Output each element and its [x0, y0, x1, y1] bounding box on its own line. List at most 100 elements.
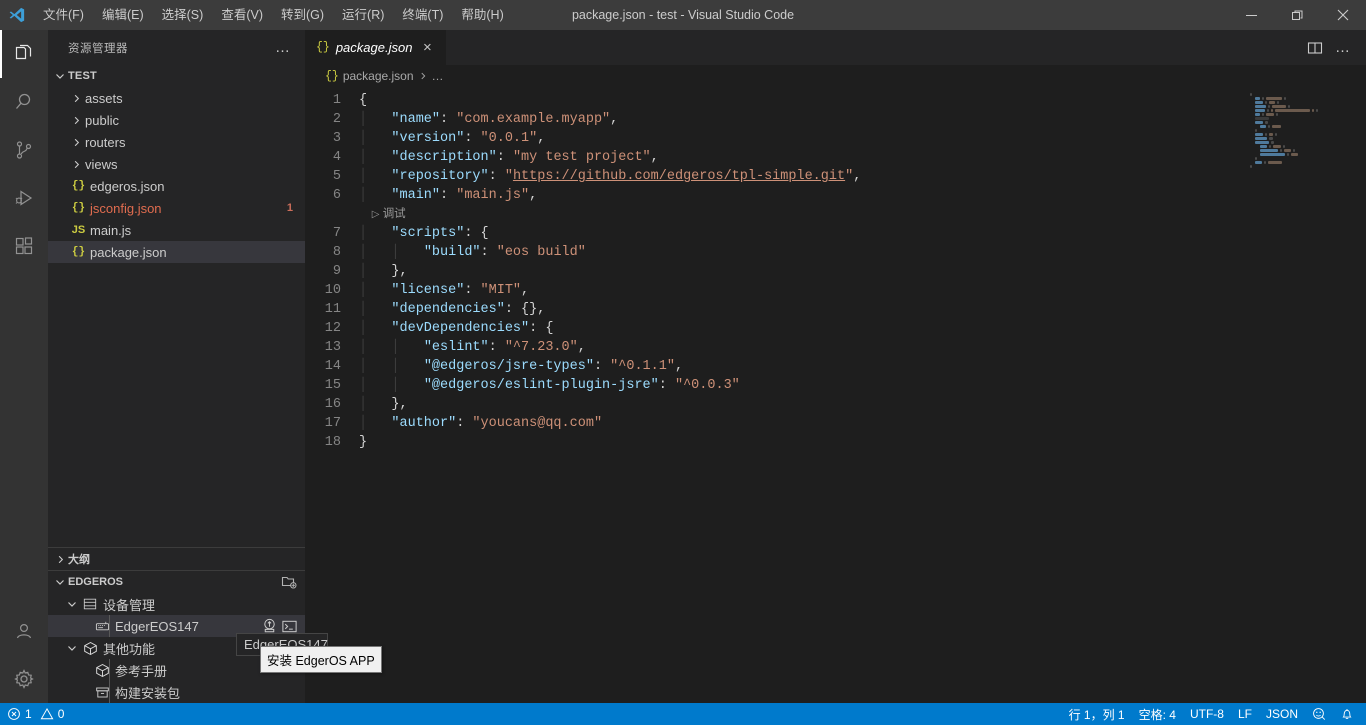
tree-item-label: views: [85, 156, 118, 172]
sidebar-more-actions-icon[interactable]: …: [269, 40, 297, 55]
line-number: 17: [324, 416, 341, 431]
tree-item-public[interactable]: public: [48, 109, 305, 131]
edgeros-node-build-package[interactable]: 构建安装包: [48, 681, 305, 703]
restore-icon[interactable]: [1274, 0, 1320, 30]
status-bar: 1 0 行 1，列 1 空格: 4 UTF-8 LF JSON: [0, 703, 1366, 725]
feedback-smiley-icon[interactable]: [1305, 703, 1333, 725]
chevron-down-icon: [52, 70, 68, 82]
breadcrumb-file[interactable]: package.json: [343, 69, 414, 83]
edgeros-header[interactable]: EDGEROS: [48, 571, 305, 593]
tab-package-json[interactable]: {} package.json ×: [305, 30, 448, 65]
explorer-section: TEST assets public routers views {} edge…: [48, 65, 305, 547]
json-file-icon: {}: [71, 246, 86, 258]
more-actions-icon[interactable]: …: [1330, 30, 1356, 65]
status-language-mode[interactable]: JSON: [1259, 703, 1305, 725]
close-icon[interactable]: ×: [418, 40, 436, 55]
menu-selection[interactable]: 选择(S): [153, 0, 213, 30]
minimap-line: [1255, 161, 1362, 164]
line-number: 18: [324, 435, 341, 450]
search-icon[interactable]: [0, 78, 48, 126]
edgeros-label: EDGEROS: [68, 576, 124, 588]
minimap-line: [1255, 137, 1362, 140]
tree-item-label: assets: [85, 90, 123, 106]
edgeros-node-device-management[interactable]: 设备管理: [48, 593, 305, 615]
explorer-root-header[interactable]: TEST: [48, 65, 305, 87]
json-file-icon: {}: [316, 41, 330, 54]
outline-header[interactable]: 大纲: [48, 548, 305, 570]
menu-goto[interactable]: 转到(G): [272, 0, 333, 30]
minimize-icon[interactable]: [1228, 0, 1274, 30]
status-indentation[interactable]: 空格: 4: [1132, 703, 1183, 725]
status-cursor-position[interactable]: 行 1，列 1: [1062, 703, 1132, 725]
tree-item-jsconfig-json[interactable]: {} jsconfig.json 1: [48, 197, 305, 219]
bell-icon[interactable]: [1333, 703, 1366, 725]
line-number: 9: [332, 264, 341, 279]
code-line: │ },: [359, 397, 408, 412]
workbench: 资源管理器 … TEST assets public routers views…: [0, 30, 1366, 703]
js-file-icon: JS: [71, 224, 86, 236]
chevron-right-icon: [418, 71, 428, 81]
sidebar-header: 资源管理器 …: [48, 30, 305, 65]
tree-item-main-js[interactable]: JS main.js: [48, 219, 305, 241]
line-number: 1: [332, 93, 341, 108]
status-problems[interactable]: 1 0: [0, 703, 71, 725]
close-icon[interactable]: [1320, 0, 1366, 30]
menu-file[interactable]: 文件(F): [34, 0, 93, 30]
tree-item-routers[interactable]: routers: [48, 131, 305, 153]
chevron-down-icon: [64, 598, 80, 610]
menu-bar[interactable]: 文件(F) 编辑(E) 选择(S) 查看(V) 转到(G) 运行(R) 终端(T…: [34, 0, 513, 30]
tree-item-edgeros-json[interactable]: {} edgeros.json: [48, 175, 305, 197]
code-line: │ │ "@edgeros/jsre-types": "^0.1.1",: [359, 359, 684, 374]
minimap[interactable]: [1246, 87, 1366, 703]
extensions-icon[interactable]: [0, 222, 48, 270]
tree-item-package-json[interactable]: {} package.json: [48, 241, 305, 263]
error-circle-icon: [7, 707, 21, 721]
breadcrumb-symbol[interactable]: …: [432, 69, 444, 83]
menu-terminal[interactable]: 终端(T): [393, 0, 452, 30]
window-controls[interactable]: [1228, 0, 1366, 30]
menu-run[interactable]: 运行(R): [333, 0, 393, 30]
new-project-folder-icon[interactable]: [281, 574, 305, 590]
code-line: │ "author": "youcans@qq.com": [359, 416, 603, 431]
code-line: │ │ "@edgeros/eslint-plugin-jsre": "^0.0…: [359, 378, 740, 393]
line-number: 11: [324, 302, 341, 317]
menu-edit[interactable]: 编辑(E): [93, 0, 153, 30]
codelens-debug[interactable]: ▷ 调试: [359, 208, 406, 220]
status-encoding[interactable]: UTF-8: [1183, 703, 1231, 725]
outline-panel: 大纲: [48, 547, 305, 570]
line-number: 8: [332, 245, 341, 260]
code-line: }: [359, 435, 368, 450]
menu-view[interactable]: 查看(V): [212, 0, 272, 30]
editor-actions: …: [1302, 30, 1366, 65]
editor-tabs: {} package.json × …: [305, 30, 1366, 65]
code-editor[interactable]: 123456 7 8 9 10 11 12 13 14 15 16 17 18 {│ "name": …: [305, 87, 1366, 703]
code-content[interactable]: {│ "name": "com.example.myapp", │ "versio…: [355, 87, 1246, 703]
tree-item-assets[interactable]: assets: [48, 87, 305, 109]
settings-gear-icon[interactable]: [0, 655, 48, 703]
status-eol[interactable]: LF: [1231, 703, 1259, 725]
terminal-icon[interactable]: [281, 618, 298, 635]
code-line: │ "description": "my test project",: [359, 150, 659, 165]
tree-item-label: public: [85, 112, 119, 128]
files-explorer-icon[interactable]: [0, 30, 48, 78]
install-app-icon[interactable]: [261, 618, 278, 635]
chevron-right-icon: [68, 93, 84, 104]
account-icon[interactable]: [0, 607, 48, 655]
codelens-row[interactable]: ▷ 调试: [355, 205, 1246, 224]
line-number: 7: [332, 226, 341, 241]
minimap-line: [1260, 125, 1362, 128]
edgeros-node-label: 构建安装包: [115, 685, 181, 701]
tree-item-views[interactable]: views: [48, 153, 305, 175]
json-file-icon: {}: [325, 69, 339, 83]
line-number: 14: [324, 359, 341, 374]
code-line: │ "repository": "https://github.com/edge…: [359, 169, 862, 184]
line-number-gutter: 123456 7 8 9 10 11 12 13 14 15 16 17 18: [305, 87, 355, 703]
package-icon: [80, 641, 100, 656]
codelens-label: 调试: [382, 208, 406, 220]
source-control-icon[interactable]: [0, 126, 48, 174]
problem-badge: 1: [286, 202, 293, 214]
run-and-debug-icon[interactable]: [0, 174, 48, 222]
menu-help[interactable]: 帮助(H): [452, 0, 512, 30]
split-editor-right-icon[interactable]: [1302, 30, 1328, 65]
minimap-line: [1255, 129, 1362, 132]
